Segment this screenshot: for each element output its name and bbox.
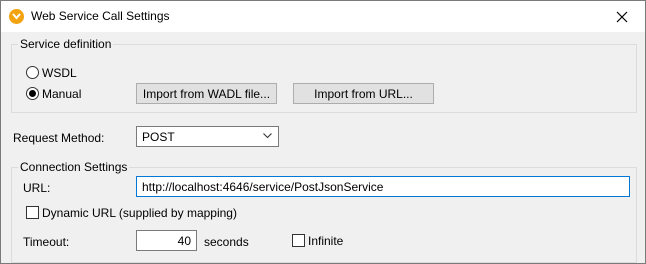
request-method-select[interactable]: POST xyxy=(136,126,279,147)
service-definition-legend: Service definition xyxy=(20,37,112,51)
import-wadl-button[interactable]: Import from WADL file... xyxy=(136,83,277,104)
manual-label[interactable]: Manual xyxy=(42,87,81,101)
import-url-button-label: Import from URL... xyxy=(314,86,413,101)
close-button[interactable] xyxy=(599,1,645,32)
url-label: URL: xyxy=(23,181,51,195)
dialog-window: Web Service Call Settings Service defini… xyxy=(0,0,646,264)
manual-radio[interactable] xyxy=(26,87,39,100)
wsdl-radio[interactable] xyxy=(26,66,39,79)
title-bar: Web Service Call Settings xyxy=(1,1,645,32)
url-input[interactable]: http://localhost:4646/service/PostJsonSe… xyxy=(136,176,630,197)
import-url-button[interactable]: Import from URL... xyxy=(293,83,434,104)
wsdl-label[interactable]: WSDL xyxy=(42,66,77,80)
timeout-unit-label: seconds xyxy=(204,235,249,249)
import-wadl-button-label: Import from WADL file... xyxy=(142,86,271,101)
url-value: http://localhost:4646/service/PostJsonSe… xyxy=(142,179,384,194)
timeout-input[interactable]: 40 xyxy=(136,230,197,251)
close-icon xyxy=(616,11,628,22)
infinite-label[interactable]: Infinite xyxy=(308,234,343,248)
window-title: Web Service Call Settings xyxy=(31,9,170,23)
app-icon xyxy=(9,9,24,24)
chevron-down-icon xyxy=(263,133,272,139)
dynamic-url-checkbox[interactable] xyxy=(26,206,39,219)
request-method-label: Request Method: xyxy=(13,131,105,145)
connection-settings-legend: Connection Settings xyxy=(20,160,128,174)
request-method-value: POST xyxy=(142,129,175,144)
infinite-checkbox[interactable] xyxy=(292,234,305,247)
dynamic-url-label[interactable]: Dynamic URL (supplied by mapping) xyxy=(42,206,237,220)
timeout-value: 40 xyxy=(177,233,191,248)
timeout-label: Timeout: xyxy=(23,235,70,249)
